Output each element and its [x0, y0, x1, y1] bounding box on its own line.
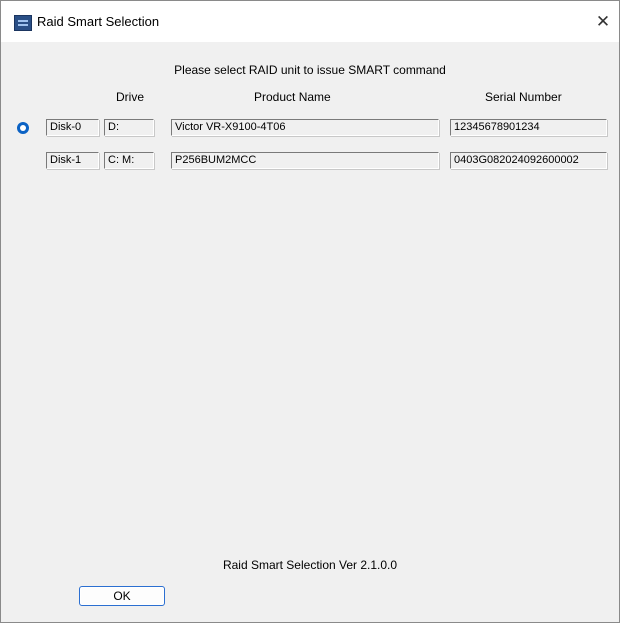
disk-1-drive-field: C: M: — [104, 152, 154, 169]
disk-1-label: Disk-1 — [46, 152, 99, 169]
close-icon[interactable]: ✕ — [589, 9, 617, 35]
title-bar: Raid Smart Selection ✕ — [1, 1, 619, 42]
product-name-column-header: Product Name — [254, 90, 331, 104]
version-text: Raid Smart Selection Ver 2.1.0.0 — [222, 558, 398, 572]
dialog-window: Raid Smart Selection ✕ Please select RAI… — [0, 0, 620, 623]
instruction-text: Please select RAID unit to issue SMART c… — [174, 63, 446, 77]
disk-0-label: Disk-0 — [46, 119, 99, 136]
window-title: Raid Smart Selection — [37, 14, 160, 29]
ok-button[interactable]: OK — [79, 586, 165, 606]
disk-0-product-name-field: Victor VR-X9100-4T06 — [171, 119, 439, 136]
serial-number-column-header: Serial Number — [485, 90, 562, 104]
disk-0-serial-number-field: 12345678901234 — [450, 119, 607, 136]
disk-1-serial-number-field: 0403G082024092600002 — [450, 152, 607, 169]
app-icon — [14, 15, 32, 31]
disk-1-product-name-field: P256BUM2MCC — [171, 152, 439, 169]
disk-0-drive-field: D: — [104, 119, 154, 136]
drive-column-header: Drive — [116, 90, 145, 104]
disk-0-radio-selected[interactable] — [17, 122, 29, 134]
